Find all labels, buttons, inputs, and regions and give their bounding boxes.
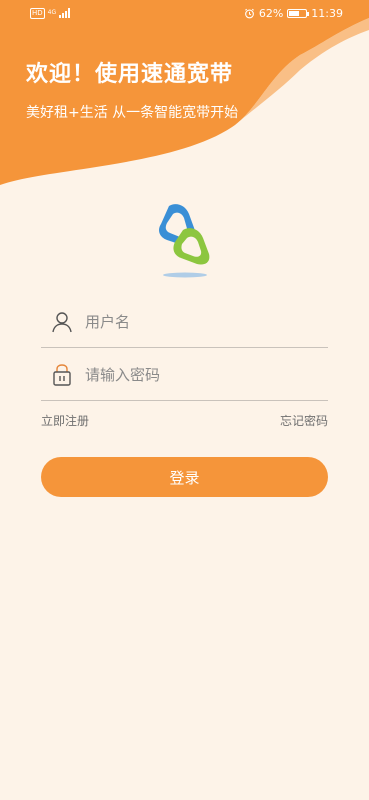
header-background	[0, 0, 369, 185]
page-subtitle: 美好租+生活 从一条智能宽带开始	[26, 105, 239, 121]
forgot-password-link[interactable]: 忘记密码	[280, 412, 328, 429]
status-right: 62% 11:39	[244, 7, 343, 20]
username-input[interactable]	[85, 306, 328, 337]
username-field[interactable]	[41, 296, 328, 348]
signal-icon	[59, 8, 71, 18]
hd-badge: HD	[30, 7, 45, 19]
clock: 11:39	[311, 6, 343, 20]
battery-icon	[287, 8, 310, 18]
alarm-clock-icon	[244, 8, 254, 18]
register-link[interactable]: 立即注册	[41, 412, 89, 429]
app-logo	[159, 204, 210, 278]
status-bar: HD 4G 62% 11:39	[0, 0, 369, 26]
page-title: 欢迎！使用速通宽带	[26, 62, 234, 87]
password-field[interactable]	[41, 349, 328, 401]
battery-percent: 62%	[258, 6, 284, 20]
lock-icon	[51, 363, 73, 386]
network-type: 4G	[47, 9, 57, 16]
login-button[interactable]: 登录	[41, 457, 328, 497]
password-input[interactable]	[85, 359, 328, 390]
user-icon	[51, 311, 73, 333]
status-left: HD 4G	[30, 7, 71, 19]
